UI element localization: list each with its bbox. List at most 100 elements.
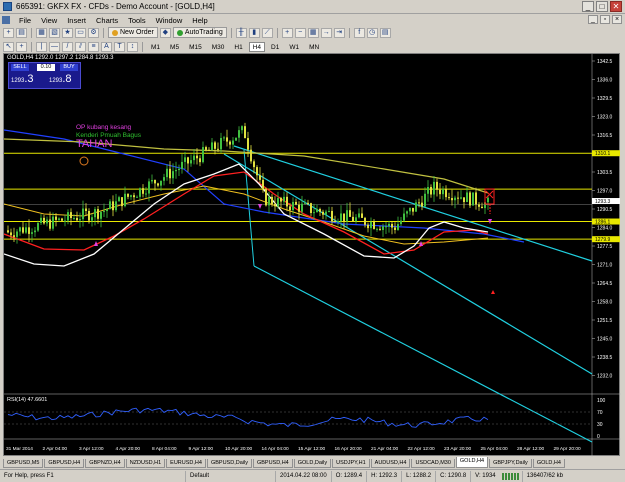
candle-body bbox=[301, 203, 303, 212]
candle-body bbox=[208, 149, 210, 151]
terminal-icon[interactable]: ▭ bbox=[75, 27, 86, 38]
tile-windows-icon[interactable]: ▦ bbox=[307, 27, 319, 38]
candle-body bbox=[73, 217, 75, 219]
candle-body bbox=[223, 137, 225, 139]
menu-charts[interactable]: Charts bbox=[91, 16, 123, 25]
timeframe-mn[interactable]: MN bbox=[305, 42, 323, 52]
mdi-minimize-button[interactable]: _ bbox=[588, 15, 598, 24]
data-window-icon[interactable]: ▧ bbox=[49, 27, 60, 38]
minimize-button[interactable]: _ bbox=[582, 1, 594, 12]
status-volume: V: 1934 bbox=[470, 470, 499, 482]
timeframe-m1[interactable]: M1 bbox=[147, 42, 164, 52]
channel-icon[interactable]: ⫽ bbox=[75, 41, 86, 52]
chart-tab[interactable]: GBPUSD,H4 bbox=[44, 459, 85, 468]
bar-chart-icon[interactable]: ╫ bbox=[235, 27, 247, 38]
timeframe-w1[interactable]: W1 bbox=[285, 42, 303, 52]
price-chart[interactable]: 1342.51336.01329.51323.01316.51310.01303… bbox=[4, 54, 621, 457]
autotrading-button[interactable]: AutoTrading bbox=[172, 27, 227, 38]
chart-tab[interactable]: GBPNZD,H4 bbox=[85, 459, 125, 468]
menu-window[interactable]: Window bbox=[151, 16, 188, 25]
price-tick-label: 1316.5 bbox=[597, 133, 613, 139]
candle-body bbox=[181, 161, 183, 169]
arrows-icon[interactable]: ↕ bbox=[127, 41, 138, 52]
indicators-icon[interactable]: f bbox=[353, 27, 365, 38]
buy-button[interactable]: BUY bbox=[60, 64, 78, 71]
new-chart-icon[interactable]: + bbox=[3, 27, 14, 38]
menu-view[interactable]: View bbox=[36, 16, 62, 25]
line-chart-icon[interactable]: ⟋ bbox=[261, 27, 273, 38]
candle-body bbox=[298, 204, 300, 212]
candle-body bbox=[241, 126, 243, 131]
status-traffic: 136407/62 kb bbox=[521, 470, 567, 482]
crosshair-icon[interactable]: + bbox=[16, 41, 27, 52]
chart-tab[interactable]: GBPUSD,H4 bbox=[252, 459, 293, 468]
chart-window-icon[interactable] bbox=[2, 16, 10, 24]
timeframe-m5[interactable]: M5 bbox=[166, 42, 183, 52]
chart-tab[interactable]: GOLD,H4 bbox=[532, 459, 565, 468]
timeframe-d1[interactable]: D1 bbox=[267, 42, 283, 52]
zoom-in-icon[interactable]: + bbox=[281, 27, 293, 38]
candle-body bbox=[61, 218, 63, 221]
candle-body bbox=[481, 206, 483, 209]
chart-tab[interactable]: GBPUSD,Daily bbox=[206, 459, 252, 468]
menu-insert[interactable]: Insert bbox=[62, 16, 91, 25]
chart-tab[interactable]: GOLD,H4 bbox=[455, 457, 489, 468]
menu-help[interactable]: Help bbox=[187, 16, 212, 25]
menu-file[interactable]: File bbox=[14, 16, 36, 25]
maximize-button[interactable]: □ bbox=[596, 1, 608, 12]
market-watch-icon[interactable]: ▦ bbox=[36, 27, 47, 38]
navigator-icon[interactable]: ★ bbox=[62, 27, 73, 38]
mdi-close-button[interactable]: × bbox=[612, 15, 622, 24]
app-icon bbox=[3, 2, 12, 11]
candle-body bbox=[34, 230, 36, 233]
chart-tab[interactable]: GOLD,Daily bbox=[293, 459, 332, 468]
timeframe-m15[interactable]: M15 bbox=[185, 42, 206, 52]
chart-window[interactable]: 1342.51336.01329.51323.01316.51310.01303… bbox=[3, 53, 621, 457]
candle-body bbox=[442, 189, 444, 195]
price-tick-label: 1251.5 bbox=[597, 318, 613, 324]
autotrading-label: AutoTrading bbox=[184, 29, 223, 36]
candle-body bbox=[31, 232, 33, 234]
chart-tab[interactable]: USDJPY,H1 bbox=[332, 459, 370, 468]
chart-shift-icon[interactable]: ⇥ bbox=[333, 27, 345, 38]
chart-tab[interactable]: USDCAD,M30 bbox=[411, 459, 455, 468]
menu-tools[interactable]: Tools bbox=[123, 16, 151, 25]
auto-scroll-icon[interactable]: → bbox=[320, 27, 332, 38]
candle-body bbox=[217, 148, 219, 150]
text-icon[interactable]: A bbox=[101, 41, 112, 52]
status-datetime: 2014.04.22 08:00 bbox=[275, 470, 331, 482]
profiles-icon[interactable]: ▤ bbox=[16, 27, 27, 38]
chart-tab[interactable]: GBPUSD,M5 bbox=[3, 459, 44, 468]
timeframe-m30[interactable]: M30 bbox=[208, 42, 229, 52]
chart-tab[interactable]: EURUSD,H4 bbox=[166, 459, 206, 468]
new-order-label: New Order bbox=[120, 29, 154, 36]
templates-icon[interactable]: ▤ bbox=[379, 27, 391, 38]
cursor-icon[interactable]: ↖ bbox=[3, 41, 14, 52]
candlestick-icon[interactable]: ▮ bbox=[248, 27, 260, 38]
fibonacci-icon[interactable]: ≡ bbox=[88, 41, 99, 52]
strategy-tester-icon[interactable]: ⚙ bbox=[88, 27, 99, 38]
chart-tab[interactable]: NZDUSD,H1 bbox=[125, 459, 166, 468]
label-icon[interactable]: T bbox=[114, 41, 125, 52]
timeframe-h1[interactable]: H1 bbox=[230, 42, 246, 52]
new-order-button[interactable]: New Order bbox=[108, 27, 158, 38]
time-tick-label: 29 Apr 20:00 bbox=[554, 446, 582, 452]
horizontal-line-icon[interactable]: — bbox=[49, 41, 60, 52]
candle-body bbox=[205, 147, 207, 150]
zoom-out-icon[interactable]: − bbox=[294, 27, 306, 38]
mdi-restore-button[interactable]: ▫ bbox=[600, 15, 610, 24]
sell-button[interactable]: SELL bbox=[11, 64, 29, 71]
candle-body bbox=[40, 217, 42, 224]
trendline-icon[interactable]: / bbox=[62, 41, 73, 52]
chart-tab[interactable]: GBPJPY,Daily bbox=[489, 459, 532, 468]
volume-input[interactable]: 0.10 bbox=[37, 64, 55, 71]
timeframe-h4[interactable]: H4 bbox=[248, 41, 265, 52]
chart-tab[interactable]: AUDUSD,H4 bbox=[370, 459, 411, 468]
close-button[interactable]: ✕ bbox=[610, 1, 622, 12]
price-marker-label: 1310.1 bbox=[595, 151, 611, 157]
candle-body bbox=[337, 221, 339, 223]
periods-icon[interactable]: ◷ bbox=[366, 27, 378, 38]
rsi-line bbox=[7, 407, 489, 428]
meta-editor-icon[interactable]: ◆ bbox=[159, 27, 171, 38]
vertical-line-icon[interactable]: | bbox=[36, 41, 47, 52]
